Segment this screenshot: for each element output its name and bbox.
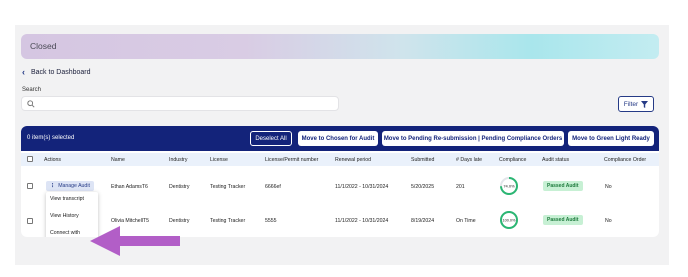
menu-connect-line1: Connect with bbox=[50, 230, 80, 236]
filter-icon bbox=[641, 100, 649, 108]
col-audit-status: Audit status bbox=[542, 157, 570, 163]
cell-license: Testing Tracker bbox=[210, 218, 246, 224]
cell-days-late: On Time bbox=[456, 218, 476, 224]
compliance-value: 74.0% bbox=[503, 184, 515, 189]
selected-count: 0 item(s) selected bbox=[27, 135, 75, 141]
kebab-icon: ⋮ bbox=[50, 183, 56, 189]
col-license: License bbox=[210, 157, 228, 163]
menu-connect-line2: professional bbox=[50, 237, 78, 238]
col-days-late: # Days late bbox=[456, 157, 482, 163]
select-all-checkbox[interactable] bbox=[27, 156, 33, 162]
table-header: Actions Name Industry License License/Pe… bbox=[21, 153, 659, 166]
col-industry: Industry bbox=[169, 157, 188, 163]
cell-submitted: 5/20/2025 bbox=[411, 184, 435, 190]
move-pending-resubmission-button[interactable]: Move to Pending Re-submission | Pending … bbox=[382, 131, 564, 146]
chevron-left-icon: ‹ bbox=[22, 67, 25, 77]
col-actions: Actions bbox=[44, 157, 62, 163]
manage-audit-button[interactable]: ⋮ Manage Audit bbox=[46, 181, 94, 191]
status-badge: Passed Audit bbox=[543, 215, 583, 225]
status-banner: Closed bbox=[21, 34, 659, 59]
search-input[interactable] bbox=[21, 96, 339, 111]
cell-renewal: 11/1/2022 - 10/31/2024 bbox=[335, 218, 389, 224]
banner-title: Closed bbox=[30, 41, 57, 51]
back-to-dashboard-link[interactable]: ‹ Back to Dashboard bbox=[22, 67, 91, 77]
menu-view-history[interactable]: View History bbox=[50, 213, 79, 220]
cell-days-late: 201 bbox=[456, 184, 465, 190]
col-name: Name bbox=[111, 157, 125, 163]
cell-order: No bbox=[605, 218, 612, 224]
search-icon bbox=[27, 100, 35, 108]
back-label: Back to Dashboard bbox=[31, 68, 91, 76]
col-compliance-order: Compliance Order bbox=[604, 157, 647, 163]
status-badge: Passed Audit bbox=[543, 181, 583, 191]
bulk-action-bar: 0 item(s) selected Deselect All Move to … bbox=[21, 126, 659, 151]
col-renewal: Renewal period bbox=[335, 157, 372, 163]
filter-label: Filter bbox=[623, 100, 639, 108]
col-submitted: Submitted bbox=[411, 157, 435, 163]
cell-industry: Dentistry bbox=[169, 184, 190, 190]
deselect-all-button[interactable]: Deselect All bbox=[250, 131, 292, 146]
cell-name: Ethan AdamsT6 bbox=[111, 184, 148, 190]
row-checkbox[interactable] bbox=[27, 183, 33, 189]
col-compliance: Compliance bbox=[499, 157, 527, 163]
compliance-ring: 74.0% bbox=[500, 177, 518, 195]
move-green-light-button[interactable]: Move to Green Light Ready bbox=[568, 131, 654, 146]
move-chosen-for-audit-button[interactable]: Move to Chosen for Audit bbox=[298, 131, 378, 146]
col-permit: License/Permit number bbox=[265, 157, 319, 163]
submissions-table: 0 item(s) selected Deselect All Move to … bbox=[21, 126, 659, 237]
arrow-annotation-icon bbox=[90, 226, 180, 256]
cell-submitted: 8/19/2024 bbox=[411, 218, 435, 224]
cell-license: Testing Tracker bbox=[210, 184, 246, 190]
cell-permit: 6666ef bbox=[265, 184, 281, 190]
row-checkbox[interactable] bbox=[27, 218, 33, 224]
cell-order: No bbox=[605, 184, 612, 190]
compliance-ring: 100.0% bbox=[500, 211, 518, 229]
compliance-value: 100.0% bbox=[503, 219, 517, 223]
menu-view-transcript[interactable]: View transcript bbox=[50, 196, 84, 203]
menu-connect-professional[interactable]: Connect with professional bbox=[50, 230, 80, 237]
cell-renewal: 11/1/2022 - 10/31/2024 bbox=[335, 184, 389, 190]
filter-button[interactable]: Filter bbox=[618, 96, 654, 112]
search-label: Search bbox=[22, 87, 42, 93]
cell-permit: 5555 bbox=[265, 218, 277, 224]
manage-audit-label: Manage Audit bbox=[58, 183, 90, 189]
